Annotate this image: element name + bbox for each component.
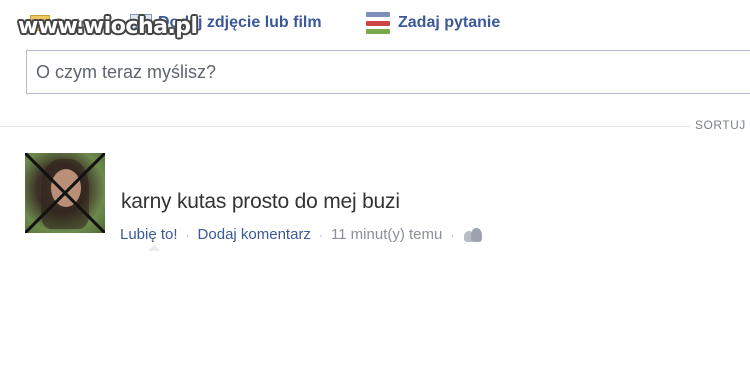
feed-divider xyxy=(0,126,690,127)
post-text: karny kutas prosto do mej buzi xyxy=(121,190,400,213)
like-link[interactable]: Lubię to! xyxy=(120,226,178,243)
ask-question-tab-label: Zadaj pytanie xyxy=(398,14,501,31)
post-actions: Lubię to! · Dodaj komentarz · 11 minut(y… xyxy=(120,226,483,243)
separator: · xyxy=(450,227,455,242)
avatar[interactable] xyxy=(25,153,105,233)
watermark: www.wiocha.pl xyxy=(18,14,198,39)
status-input[interactable]: O czym teraz myślisz? xyxy=(26,50,750,94)
comment-pointer xyxy=(148,245,160,251)
sort-button[interactable]: SORTUJ xyxy=(695,118,746,132)
status-input-placeholder: O czym teraz myślisz? xyxy=(36,61,217,82)
question-icon xyxy=(366,12,390,34)
cross-out-mark xyxy=(25,153,105,233)
ask-question-tab[interactable]: Zadaj pytanie xyxy=(366,12,500,34)
friends-icon[interactable] xyxy=(464,227,483,242)
comment-link[interactable]: Dodaj komentarz xyxy=(198,226,311,243)
post-timestamp[interactable]: 11 minut(y) temu xyxy=(331,226,442,243)
separator: · xyxy=(185,227,190,242)
separator: · xyxy=(318,227,323,242)
